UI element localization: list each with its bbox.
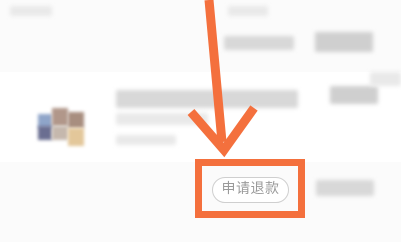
blurred-header-text-2 — [228, 6, 268, 16]
blurred-order-amount — [315, 32, 373, 52]
product-thumbnail — [38, 108, 98, 150]
apply-refund-button[interactable]: 申请退款 — [212, 177, 289, 203]
blurred-action-button — [316, 180, 374, 196]
blurred-header-text-1 — [10, 6, 52, 16]
blurred-product-price — [330, 86, 378, 104]
screenshot-canvas: 申请退款 — [0, 0, 401, 242]
blurred-product-spec — [116, 135, 176, 145]
blurred-product-title — [116, 90, 298, 108]
blurred-order-status — [224, 36, 294, 50]
blurred-product-quantity — [370, 72, 401, 86]
blurred-product-title-line2 — [116, 113, 208, 125]
